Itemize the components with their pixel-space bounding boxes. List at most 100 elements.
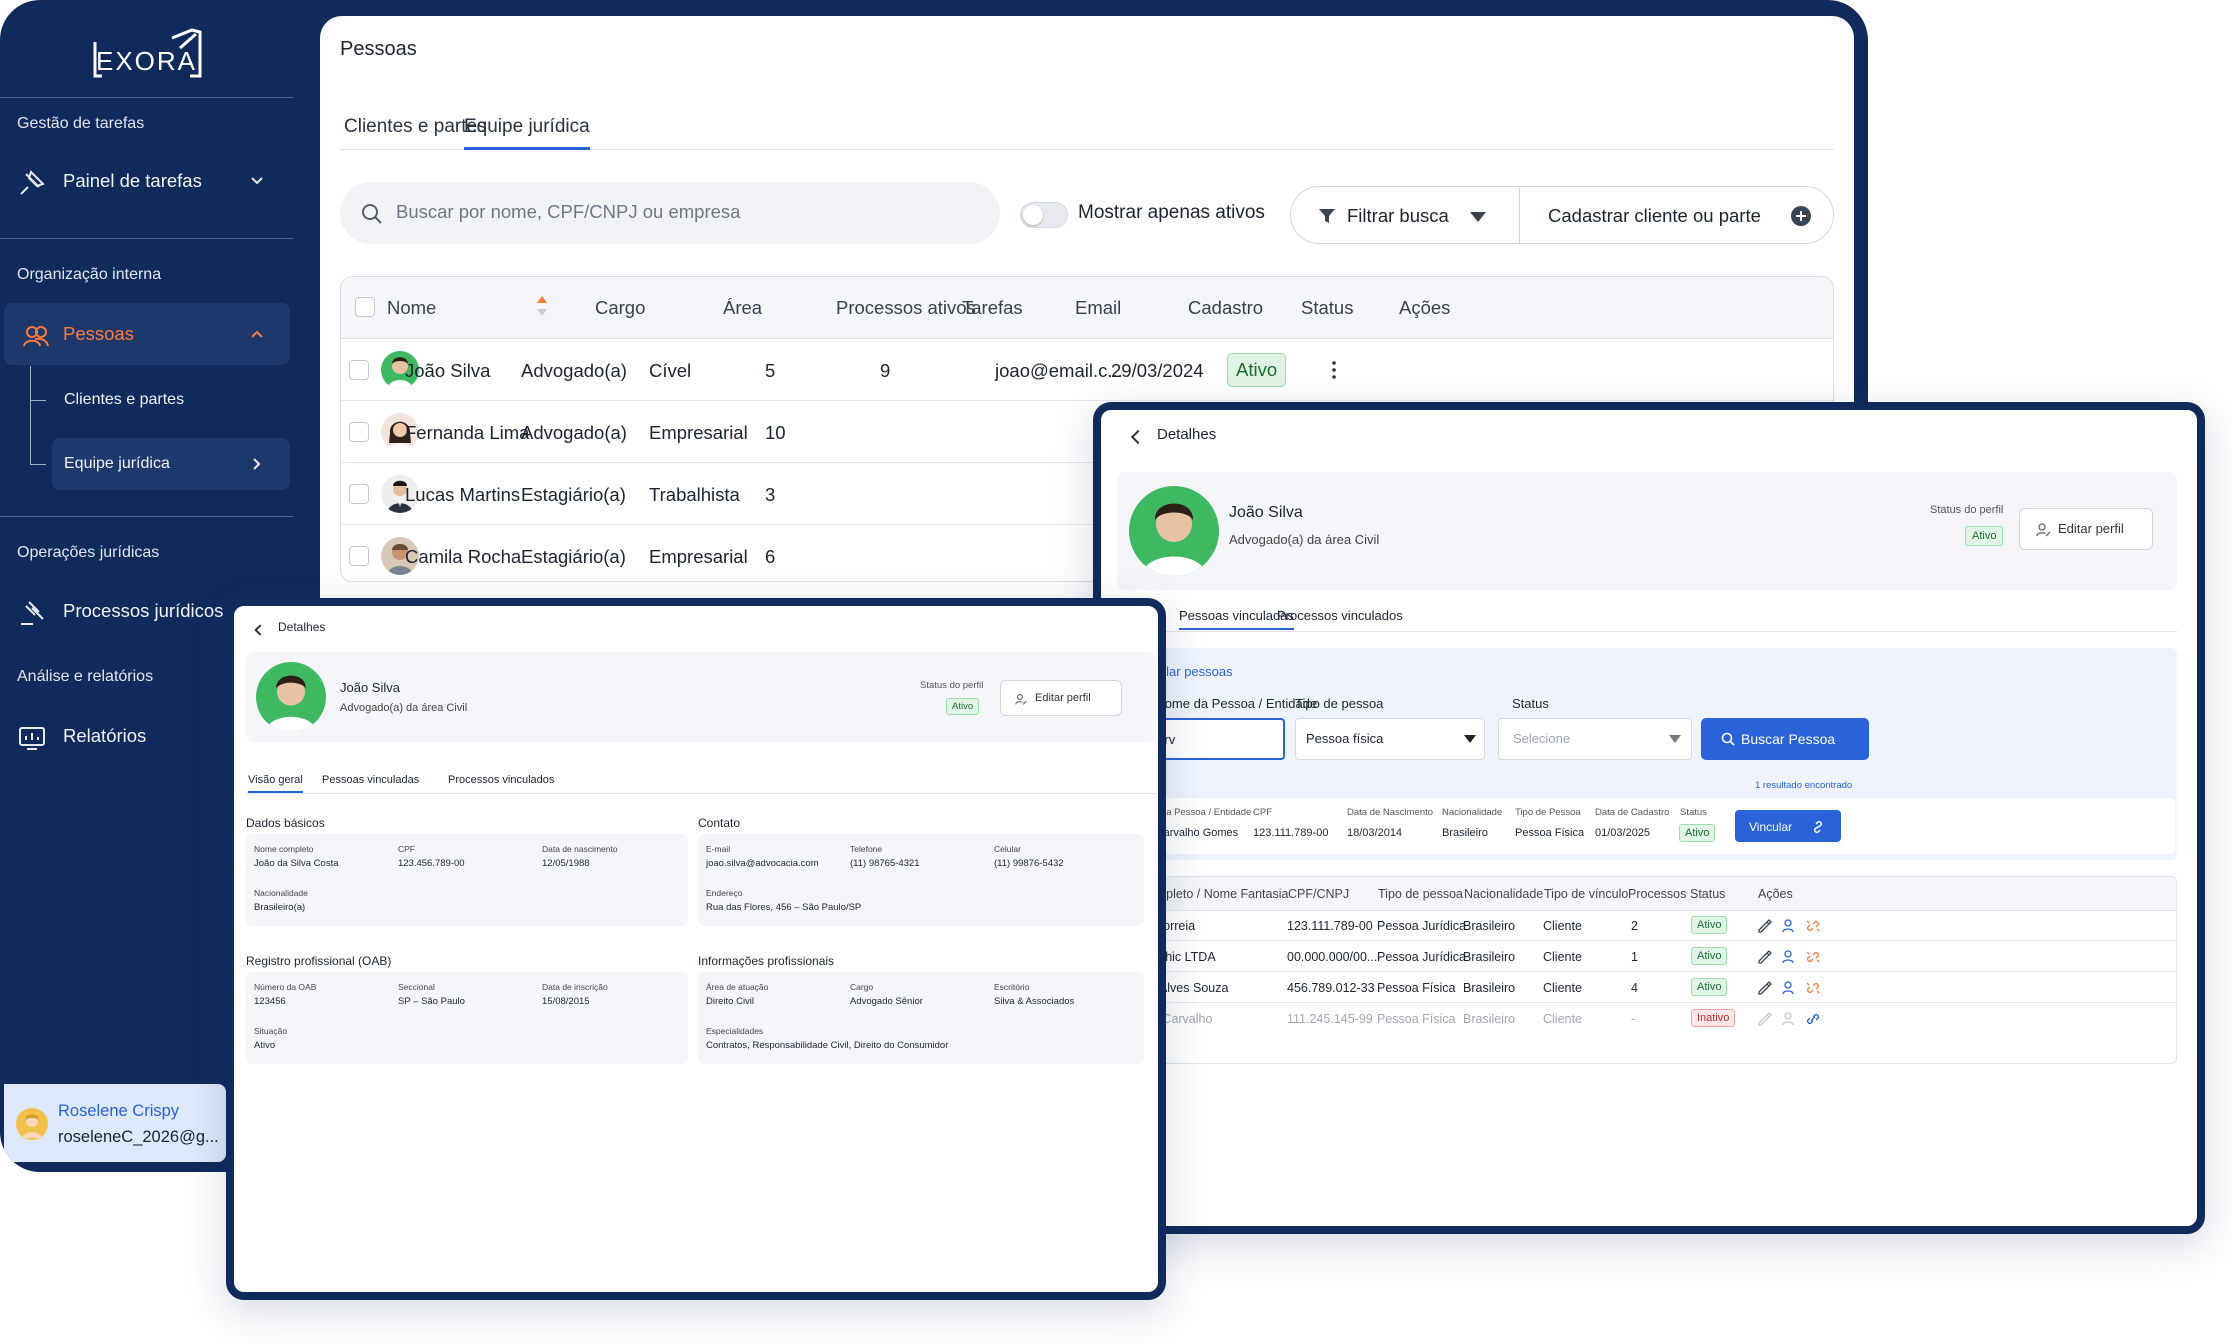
result-value: 01/03/2025 — [1595, 827, 1651, 839]
tab-linked-people[interactable]: Pessoas vinculadas — [322, 774, 419, 786]
tab-legal-team[interactable]: Equipe jurídica — [464, 116, 590, 150]
row-checkbox[interactable] — [349, 484, 369, 504]
field-value: Ativo — [254, 1040, 276, 1051]
edit-icon[interactable] — [1757, 980, 1773, 996]
filter-button[interactable]: Filtrar busca — [1290, 186, 1520, 244]
result-value: 123.111.789-00 — [1253, 827, 1329, 839]
field-label: Área de atuação — [706, 982, 769, 992]
field-label: Seccional — [398, 982, 435, 992]
more-icon[interactable] — [1331, 359, 1337, 381]
field-label: Endereço — [706, 888, 743, 898]
chevron-right-icon — [253, 458, 261, 470]
result-count: 1 resultado encontrado — [1755, 780, 1853, 791]
row-checkbox[interactable] — [349, 360, 369, 380]
status-field-label: Status — [1512, 696, 1549, 711]
field-value: 123.456.789-00 — [398, 858, 465, 869]
user-edit-icon — [2036, 523, 2051, 537]
sort-icon[interactable] — [535, 293, 549, 319]
status-badge: Inativo — [1691, 1009, 1736, 1027]
col-processes: Processos ativos — [836, 297, 976, 318]
edit-profile-label: Editar perfil — [1035, 692, 1091, 704]
edit-profile-button[interactable]: Editar perfil — [2019, 508, 2153, 550]
user-card[interactable]: Roselene Crispy roseleneC_2026@g... — [4, 1084, 226, 1162]
edit-profile-button[interactable]: Editar perfil — [1000, 680, 1122, 716]
col-name[interactable]: Nome — [387, 297, 436, 319]
col-processes: Processos — [1628, 887, 1687, 901]
field-label: Número da OAB — [254, 982, 317, 992]
search-placeholder: Buscar por nome, CPF/CNPJ ou empresa — [396, 201, 741, 222]
filter-label: Filtrar busca — [1347, 205, 1449, 226]
table-row[interactable]: Juliano Correia123.111.789-00Pessoa Jurí… — [1111, 910, 2177, 941]
section-title-basic: Dados básicos — [246, 816, 325, 830]
tab-linked-processes[interactable]: Processos vinculados — [448, 774, 554, 786]
back-icon[interactable] — [254, 624, 266, 636]
result-header: Status — [1680, 807, 1707, 818]
search-input[interactable]: Buscar por nome, CPF/CNPJ ou empresa — [340, 182, 1000, 244]
row-checkbox[interactable] — [349, 422, 369, 442]
edit-icon[interactable] — [1757, 949, 1773, 965]
link-person-button[interactable]: Vincular — [1735, 810, 1841, 842]
toggle-label-prefix: Mostrar apenas — [1078, 202, 1216, 223]
table-row[interactable]: João Silva Advogado(a) Cível 5 9 joao@em… — [341, 339, 1833, 401]
gavel-icon — [21, 601, 44, 625]
unlink-icon[interactable] — [1805, 949, 1821, 965]
user-link-icon[interactable] — [1781, 980, 1797, 996]
edit-icon[interactable] — [1757, 918, 1773, 934]
row-created: 29/03/2024 — [1111, 360, 1204, 381]
sidebar-item-task-panel[interactable]: Painel de tarefas — [0, 150, 290, 212]
unlink-icon[interactable] — [1805, 980, 1821, 996]
row-checkbox[interactable] — [349, 546, 369, 566]
field-value: João da Silva Costa — [254, 858, 339, 869]
sidebar-item-people[interactable]: Pessoas — [4, 303, 290, 365]
field-value: Silva & Associados — [994, 996, 1075, 1007]
field-value: Advogado Sênior — [850, 996, 923, 1007]
edit-icon[interactable] — [1757, 1011, 1773, 1027]
logo: EXORA — [92, 28, 202, 78]
create-client-button[interactable]: Cadastrar cliente ou parte — [1519, 186, 1834, 244]
profile-status-label: Status do perfil — [1930, 504, 2004, 516]
user-link-icon[interactable] — [1781, 1011, 1797, 1027]
unlink-icon[interactable] — [1805, 918, 1821, 934]
field-label: Celular — [994, 844, 1021, 854]
result-header: Data de Cadastro — [1595, 807, 1670, 818]
col-created: Cadastro — [1188, 297, 1264, 318]
row-area: Empresarial — [649, 546, 748, 567]
sidebar-subitem-clients[interactable]: Clientes e partes — [52, 374, 290, 426]
field-value: (11) 99876-5432 — [994, 858, 1064, 869]
tab-linked-processes[interactable]: Processos vinculados — [1277, 608, 1403, 623]
table-row[interactable]: Mariana Alves Souza 456.789.012-33 Pessoa … — [1111, 972, 2177, 1003]
link-person-label: Vincular — [1749, 820, 1793, 834]
field-value: Direito Civil — [706, 996, 755, 1007]
sidebar-item-label: Relatórios — [63, 725, 147, 746]
field-label: Cargo — [850, 982, 874, 992]
person-type-select[interactable]: Pessoa física — [1295, 718, 1485, 760]
table-row[interactable]: Matheus Carvalho111.245.145-99Pessoa Fís… — [1111, 1003, 2177, 1034]
select-all-checkbox[interactable] — [355, 297, 375, 317]
search-person-button[interactable]: Buscar Pessoa — [1701, 718, 1869, 760]
section-title-contact: Contato — [698, 816, 741, 830]
user-edit-icon — [1015, 694, 1027, 705]
chevron-down-icon — [251, 177, 263, 185]
row-name: Camila Rocha — [405, 546, 522, 567]
field-value: (11) 98765-4321 — [850, 858, 920, 869]
active-only-toggle[interactable] — [1020, 202, 1068, 228]
cell-proc: - — [1631, 1012, 1636, 1026]
back-icon[interactable] — [1130, 429, 1146, 445]
avatar — [1129, 486, 1219, 576]
user-link-icon[interactable] — [1781, 918, 1797, 934]
tab-overview[interactable]: Visão geral — [248, 774, 303, 793]
toggle-label: Mostrar apenas ativos — [1078, 202, 1265, 224]
avatar — [16, 1108, 48, 1140]
result-header: CPF — [1253, 807, 1272, 818]
profile-header: João Silva Advogado(a) da área Civil Sta… — [1117, 472, 2177, 590]
field-label: Data de inscrição — [542, 982, 608, 992]
status-select[interactable]: Selecione — [1498, 718, 1692, 760]
link-icon[interactable] — [1805, 1011, 1821, 1027]
sidebar-subitem-legal-team[interactable]: Equipe jurídica — [52, 438, 290, 490]
people-icon — [23, 326, 49, 347]
user-link-icon[interactable] — [1781, 949, 1797, 965]
cell-nac: Brasileiro — [1463, 919, 1516, 933]
row-name: João Silva — [405, 360, 491, 381]
cell-vinculo: Cliente — [1543, 950, 1582, 964]
table-row[interactable]: TechGraphic LTDA00.000.000/00...Pessoa J… — [1111, 941, 2177, 972]
